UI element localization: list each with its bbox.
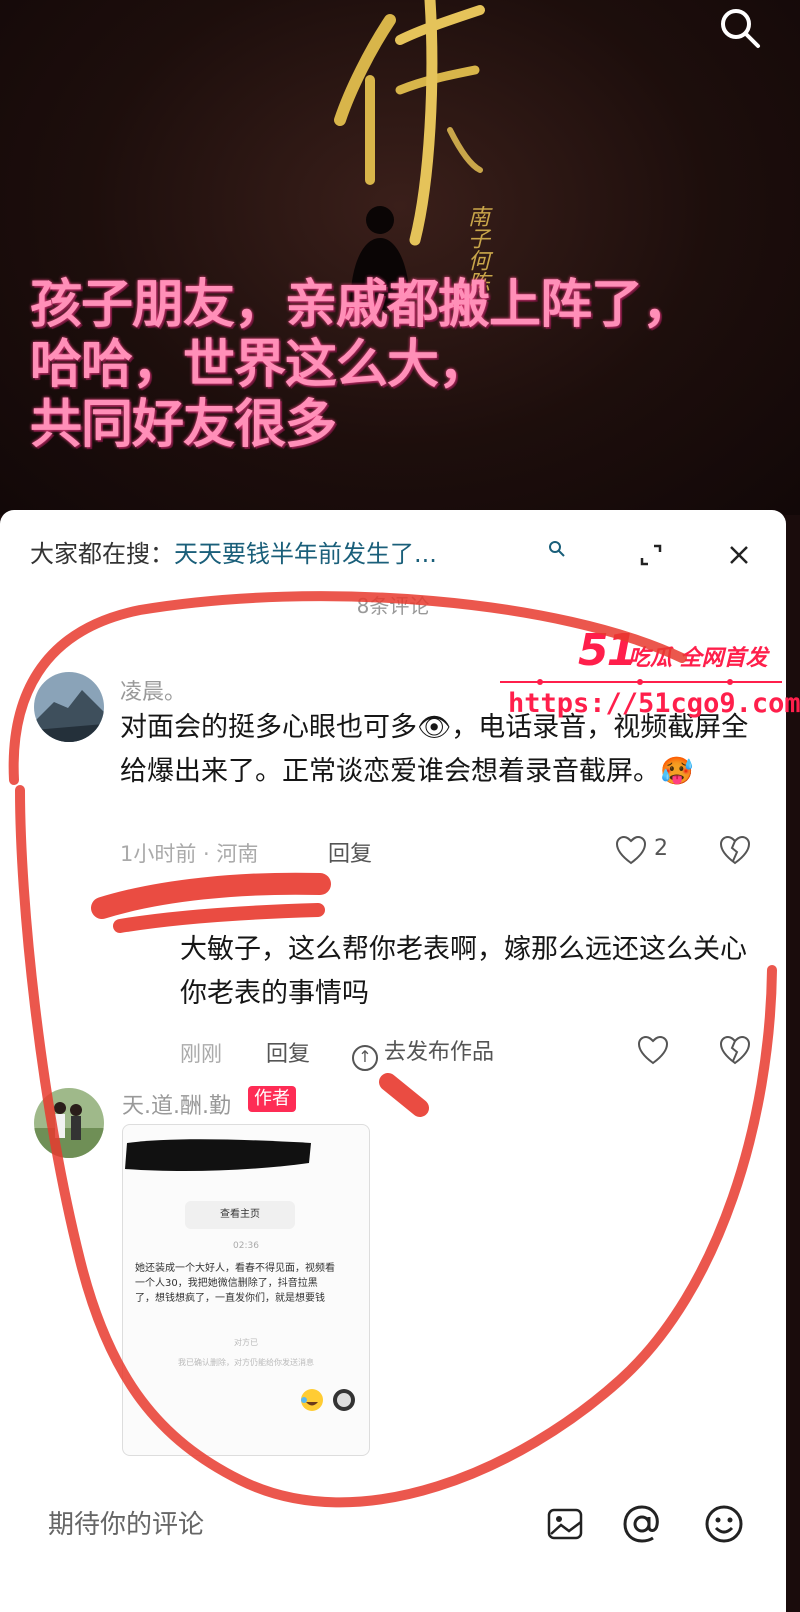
- video-background: 南子何陈 孩子朋友，亲戚都搬上阵了， 哈哈，世界这么大， 共同好友很多: [0, 0, 800, 515]
- image-message-text: 她还装成一个大好人，看春不得见面，视频看一个人30，我把她微信删除了，抖音拉黑了…: [135, 1263, 335, 1304]
- watermark-logo-number: 51: [578, 625, 637, 676]
- close-icon[interactable]: [724, 540, 754, 570]
- emoji-icon[interactable]: [702, 1502, 746, 1546]
- face-emoji-icon: [333, 1389, 355, 1411]
- image-footnote: 对方已: [234, 1338, 258, 1347]
- heart-icon[interactable]: [636, 1034, 670, 1068]
- comment-text: 对面会的挺多心眼也可多👁，电话录音，视频截屏全给爆出来了。正常谈恋爱谁会想着录音…: [120, 712, 749, 787]
- mention-at-icon[interactable]: [620, 1502, 664, 1546]
- comment-input[interactable]: [46, 1500, 490, 1550]
- expand-icon[interactable]: [636, 540, 666, 570]
- search-prefix: 大家都在搜：: [30, 540, 174, 568]
- avatar[interactable]: [34, 1088, 104, 1158]
- image-timestamp: 02:36: [233, 1241, 259, 1251]
- comment-meta: 1小时前 · 河南: [120, 842, 259, 866]
- comment-username[interactable]: 凌晨。: [120, 674, 186, 706]
- heart-icon[interactable]: [614, 834, 648, 868]
- watermark-tagline: 吃瓜 全网首发: [628, 646, 768, 671]
- broken-heart-icon[interactable]: [718, 834, 752, 868]
- reply-button[interactable]: 回复: [266, 1036, 310, 1068]
- reply-text: 大敏子，这么帮你老表啊，嫁那么远还这么关心你老表的事情吗: [180, 934, 747, 1009]
- overlay-caption-line-2: 哈哈，世界这么大，: [30, 335, 490, 395]
- overlay-caption-line-3: 共同好友很多: [30, 395, 337, 455]
- watermark-url: https://51cgo9.com: [508, 688, 800, 719]
- broken-heart-icon[interactable]: [718, 1034, 752, 1068]
- image-footnote: 我已确认删除，对方仍能给你发送消息: [178, 1358, 314, 1367]
- comment-screenshot-image[interactable]: 查看主页 02:36 她还装成一个大好人，看春不得见面，视频看一个人30，我把她…: [122, 1124, 370, 1456]
- search-icon[interactable]: [716, 4, 764, 52]
- redaction-scribble: [125, 1139, 311, 1171]
- image-icon[interactable]: [545, 1504, 585, 1544]
- publish-work-button[interactable]: ↑ 去发布作品: [352, 1034, 494, 1071]
- comment-input-bar: [0, 1480, 786, 1612]
- overlay-caption-line-1: 孩子朋友，亲戚都搬上阵了，: [30, 275, 694, 335]
- reply-button[interactable]: 回复: [328, 836, 372, 868]
- publish-work-label: 去发布作品: [384, 1040, 495, 1065]
- reply-meta: 刚刚: [180, 1042, 222, 1066]
- author-badge: 作者: [248, 1086, 296, 1112]
- search-query-link[interactable]: 天天要钱半年前发生了...: [174, 540, 437, 568]
- upload-icon: ↑: [352, 1045, 378, 1071]
- like-count: 2: [654, 836, 668, 861]
- watermark-circuit-line: [500, 679, 782, 685]
- laughing-emoji-icon: [301, 1389, 323, 1411]
- avatar[interactable]: [34, 672, 104, 742]
- search-small-icon: [549, 541, 565, 557]
- trending-search-bar[interactable]: 大家都在搜：天天要钱半年前发生了...: [30, 534, 730, 574]
- image-view-profile-button: 查看主页: [185, 1201, 295, 1229]
- comment-username[interactable]: 天.道.酬.勤: [122, 1088, 231, 1120]
- comment-count: 8条评论: [356, 594, 430, 618]
